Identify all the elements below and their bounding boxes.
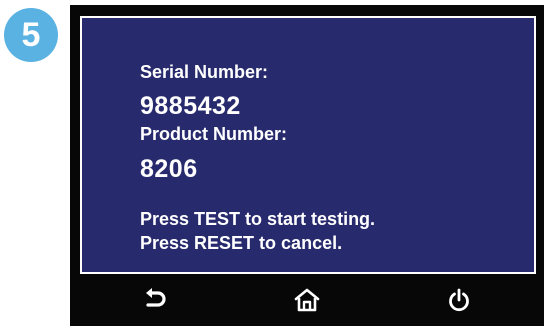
serial-number-label: Serial Number:	[140, 62, 269, 82]
serial-number-value: 9885432	[140, 92, 241, 120]
device-panel: Serial Number: 9885432 Product Number: 8…	[70, 5, 544, 326]
display-screen: Serial Number: 9885432 Product Number: 8…	[80, 16, 536, 274]
step-badge: 5	[4, 8, 58, 62]
nav-bar	[70, 274, 544, 326]
product-number-value: 8206	[140, 155, 198, 183]
product-number-label: Product Number:	[140, 124, 288, 144]
home-button[interactable]	[277, 274, 337, 326]
back-button[interactable]	[125, 274, 185, 326]
home-icon	[294, 288, 320, 312]
power-icon	[449, 288, 469, 312]
instruction-test: Press TEST to start testing.	[140, 209, 376, 229]
back-icon	[146, 288, 166, 307]
instruction-reset: Press RESET to cancel.	[140, 233, 343, 253]
power-button[interactable]	[429, 274, 489, 326]
